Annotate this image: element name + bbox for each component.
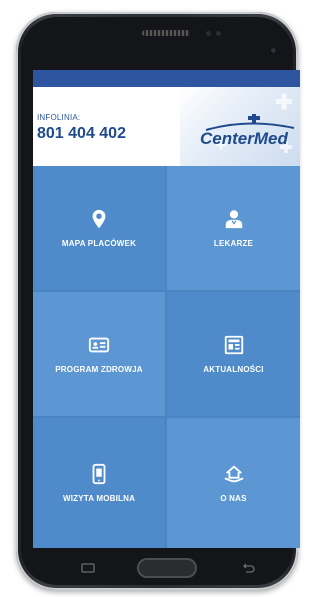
earpiece-speaker	[142, 30, 190, 36]
back-icon[interactable]	[241, 563, 255, 573]
tile-program-zdrowja[interactable]: PROGRAM ZDROWJA	[33, 292, 165, 416]
infoline-label: INFOLINIA:	[37, 113, 81, 122]
doctor-icon	[225, 210, 242, 229]
tile-lekarze[interactable]: LEKARZE	[167, 166, 300, 290]
newspaper-icon	[224, 335, 243, 355]
app-screen: INFOLINIA: 801 404 402 CenterMed MAPA PL…	[33, 70, 300, 548]
tile-label: O NAS	[220, 494, 247, 503]
id-card-icon	[88, 337, 110, 353]
tile-label: LEKARZE	[213, 239, 254, 248]
logo-mark: CenterMed	[200, 112, 295, 148]
centermed-logo: CenterMed	[198, 112, 296, 153]
tile-mapa-placowek[interactable]: MAPA PLACÓWEK	[33, 166, 165, 290]
tile-o-nas[interactable]: O NAS	[167, 418, 300, 548]
mobile-phone-icon	[92, 463, 106, 485]
proximity-sensor	[206, 31, 211, 36]
house-hand-icon	[224, 465, 243, 483]
light-sensor	[216, 31, 221, 36]
tile-label: WIZYTA MOBILNA	[62, 494, 136, 503]
status-bar	[33, 70, 300, 87]
tile-aktualnosci[interactable]: AKTUALNOŚCI	[167, 292, 300, 416]
tile-label: AKTUALNOŚCI	[203, 365, 264, 374]
app-header: INFOLINIA: 801 404 402 CenterMed	[33, 87, 300, 166]
infoline-phone-number[interactable]: 801 404 402	[37, 125, 126, 143]
tile-label: PROGRAM ZDROWJA	[55, 365, 143, 374]
home-button[interactable]	[137, 558, 197, 578]
main-menu-grid: MAPA PLACÓWEK LEKARZE PROGRAM ZDROWJA AK…	[33, 166, 300, 548]
front-camera	[271, 48, 276, 53]
hardware-nav-bar	[33, 548, 300, 590]
logo-text: CenterMed	[200, 129, 288, 148]
map-pin-icon	[92, 209, 106, 229]
tile-wizyta-mobilna[interactable]: WIZYTA MOBILNA	[33, 418, 165, 548]
tile-label: MAPA PLACÓWEK	[61, 239, 137, 248]
recent-apps-icon[interactable]	[81, 563, 95, 573]
